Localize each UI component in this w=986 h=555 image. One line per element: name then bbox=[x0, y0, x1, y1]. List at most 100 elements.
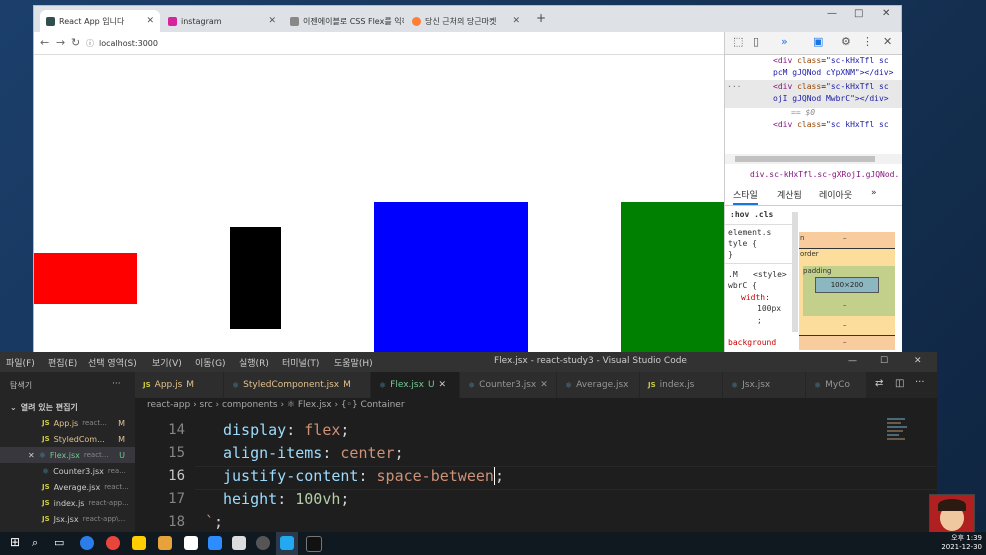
selector-breadcrumb[interactable]: div.sc-kHxTfl.sc-gXRojI.gJQNod. bbox=[750, 170, 899, 179]
close-window-button[interactable]: ✕ bbox=[882, 8, 890, 19]
kakaotalk-icon[interactable] bbox=[132, 536, 146, 550]
close-tab-icon[interactable]: ✕ bbox=[512, 16, 520, 26]
file-explorer-icon[interactable] bbox=[158, 536, 172, 550]
back-arrow-icon[interactable]: ← bbox=[40, 36, 49, 49]
styles-scrollbar[interactable] bbox=[792, 212, 798, 332]
open-file-item-active[interactable]: ✕ ⚛ Flex.jsx react... U bbox=[0, 447, 135, 463]
edge-browser-icon[interactable] bbox=[80, 536, 94, 550]
code-line[interactable]: display: flex; bbox=[223, 421, 349, 439]
new-tab-button[interactable]: + bbox=[536, 11, 546, 25]
editor-tab[interactable]: JS App.js M bbox=[135, 372, 223, 398]
open-file-item[interactable]: JS index.js react-app... bbox=[0, 495, 135, 511]
tab-computed[interactable]: 계산됨 bbox=[777, 188, 802, 201]
editor-tab[interactable]: JS index.js bbox=[640, 372, 722, 398]
rule-prop[interactable]: width: bbox=[741, 293, 770, 302]
menu-terminal[interactable]: 터미널(T) bbox=[282, 356, 319, 369]
browser-tab-daangn[interactable]: 당신 근처의 당근마켓 ✕ bbox=[406, 10, 526, 32]
system-clock[interactable]: 오후 1:39 2021-12-30 bbox=[941, 534, 982, 552]
js-file-icon: JS bbox=[42, 419, 50, 427]
open-file-item[interactable]: JS Average.jsx react... bbox=[0, 479, 135, 495]
windows-start-icon[interactable]: ⊞ bbox=[10, 535, 20, 549]
editor-tab[interactable]: ⚛ Jsx.jsx bbox=[723, 372, 805, 398]
vscode-taskbar-active[interactable] bbox=[276, 532, 298, 555]
forward-arrow-icon[interactable]: → bbox=[56, 36, 65, 49]
code-editor[interactable]: 14 display: flex; 15 align-items: center… bbox=[135, 416, 937, 532]
dom-line[interactable]: <div class="sc kHxTfl sc bbox=[773, 120, 889, 129]
devtools-menu-icon[interactable]: ⋮ bbox=[862, 35, 873, 48]
console-message-icon[interactable]: ▣ bbox=[813, 35, 823, 48]
minimize-button[interactable]: — bbox=[848, 356, 857, 366]
vscode-title-bar: 파일(F) 편집(E) 선택 영역(S) 보기(V) 이동(G) 실행(R) 터… bbox=[0, 352, 937, 372]
minimap[interactable] bbox=[887, 416, 917, 532]
code-line[interactable]: height: 100vh; bbox=[223, 490, 349, 508]
close-file-icon[interactable]: ✕ bbox=[28, 451, 35, 460]
terminal-icon[interactable] bbox=[306, 536, 322, 552]
dom-horizontal-scrollbar[interactable] bbox=[725, 154, 902, 164]
obs-icon[interactable] bbox=[256, 536, 270, 550]
menu-file[interactable]: 파일(F) bbox=[6, 356, 35, 369]
more-panels-icon[interactable]: » bbox=[781, 35, 788, 48]
rule-prop[interactable]: background bbox=[728, 338, 776, 347]
open-file-item[interactable]: JS StyledCom... M bbox=[0, 431, 135, 447]
inspect-element-icon[interactable]: ⬚ bbox=[733, 35, 743, 48]
menu-selection[interactable]: 선택 영역(S) bbox=[88, 356, 137, 369]
dom-more-icon[interactable]: ··· bbox=[727, 82, 741, 91]
open-editors-header[interactable]: ⌄ 열려 있는 편집기 bbox=[0, 399, 135, 415]
app-icon[interactable] bbox=[184, 536, 198, 550]
rule-value[interactable]: 100px bbox=[757, 304, 781, 313]
browser-tab-react-app[interactable]: React App 입니다 ✕ bbox=[40, 10, 160, 32]
more-actions-icon[interactable]: ··· bbox=[915, 377, 925, 388]
explorer-more-icon[interactable]: ··· bbox=[112, 379, 121, 389]
menu-help[interactable]: 도움말(H) bbox=[334, 356, 373, 369]
code-line[interactable]: `; bbox=[205, 513, 223, 531]
close-tab-icon[interactable]: ✕ bbox=[439, 380, 447, 390]
code-line[interactable]: align-items: center; bbox=[223, 444, 404, 462]
editor-tab[interactable]: ⚛ Counter3.jsx ✕ bbox=[460, 372, 556, 398]
tab-styles[interactable]: 스타일 bbox=[733, 188, 758, 205]
notepad-icon[interactable] bbox=[232, 536, 246, 550]
split-editor-icon[interactable]: ◫ bbox=[895, 378, 904, 389]
breadcrumb[interactable]: react-app › src › components › ⚛ Flex.js… bbox=[147, 400, 405, 410]
task-view-icon[interactable]: ▭ bbox=[54, 536, 64, 549]
styles-tabs: 스타일 계산됨 레이아웃 » bbox=[725, 185, 902, 206]
compare-icon[interactable]: ⇄ bbox=[875, 378, 883, 389]
dom-line[interactable]: <div class="sc-kHxTfl sc bbox=[773, 56, 889, 65]
menu-go[interactable]: 이동(G) bbox=[195, 356, 226, 369]
device-toolbar-icon[interactable]: ▯ bbox=[753, 35, 759, 48]
settings-gear-icon[interactable]: ⚙ bbox=[841, 35, 851, 48]
open-file-item[interactable]: JS Jsx.jsx react-app\... bbox=[0, 511, 135, 527]
browser-tab-css-flex[interactable]: 이젠에이블로 CSS Flex를 익혀보... ✕ bbox=[284, 10, 404, 32]
open-file-item[interactable]: JS App.js react... M bbox=[0, 415, 135, 431]
styles-filter[interactable]: :hov .cls bbox=[730, 210, 773, 219]
maximize-button[interactable]: □ bbox=[854, 8, 863, 19]
maximize-button[interactable]: ☐ bbox=[880, 356, 888, 366]
code-line-current[interactable]: justify-content: space-between; bbox=[223, 467, 504, 485]
close-tab-icon[interactable]: ✕ bbox=[268, 16, 276, 26]
chrome-browser-icon[interactable] bbox=[106, 536, 120, 550]
info-icon[interactable]: ⓘ bbox=[86, 38, 94, 49]
tab-layout[interactable]: 레이아웃 bbox=[819, 188, 852, 201]
menu-edit[interactable]: 편집(E) bbox=[48, 356, 77, 369]
dom-line-selected[interactable]: <div class="sc-kHxTfl sc bbox=[773, 82, 889, 91]
reload-icon[interactable]: ↻ bbox=[71, 36, 80, 49]
close-window-button[interactable]: ✕ bbox=[914, 356, 922, 366]
close-tab-icon[interactable]: ✕ bbox=[146, 16, 154, 26]
zoom-icon[interactable] bbox=[208, 536, 222, 550]
padding-bottom-value: – bbox=[843, 301, 847, 309]
close-devtools-icon[interactable]: ✕ bbox=[883, 35, 892, 48]
tab-more[interactable]: » bbox=[871, 188, 877, 198]
editor-tab[interactable]: ⚛ StyledComponent.jsx M bbox=[224, 372, 370, 398]
close-tab-icon[interactable]: ✕ bbox=[540, 380, 548, 390]
menu-run[interactable]: 실행(R) bbox=[239, 356, 269, 369]
menu-view[interactable]: 보기(V) bbox=[152, 356, 182, 369]
editor-tab[interactable]: ⚛ Average.jsx bbox=[557, 372, 639, 398]
rule-source-link[interactable]: <style> bbox=[753, 270, 787, 279]
address-bar[interactable]: ⓘ localhost:3000 bbox=[86, 35, 786, 51]
search-icon[interactable]: ⌕ bbox=[32, 536, 38, 550]
rule-selector: .M bbox=[728, 270, 738, 279]
editor-tab-active[interactable]: ⚛ Flex.jsx U ✕ bbox=[371, 372, 459, 398]
browser-tab-instagram[interactable]: instagram ✕ bbox=[162, 10, 282, 32]
editor-tab[interactable]: ⚛ MyCo bbox=[806, 372, 866, 398]
open-file-item[interactable]: ⚛ Counter3.jsx rea... bbox=[0, 463, 135, 479]
minimize-button[interactable]: — bbox=[827, 8, 837, 19]
